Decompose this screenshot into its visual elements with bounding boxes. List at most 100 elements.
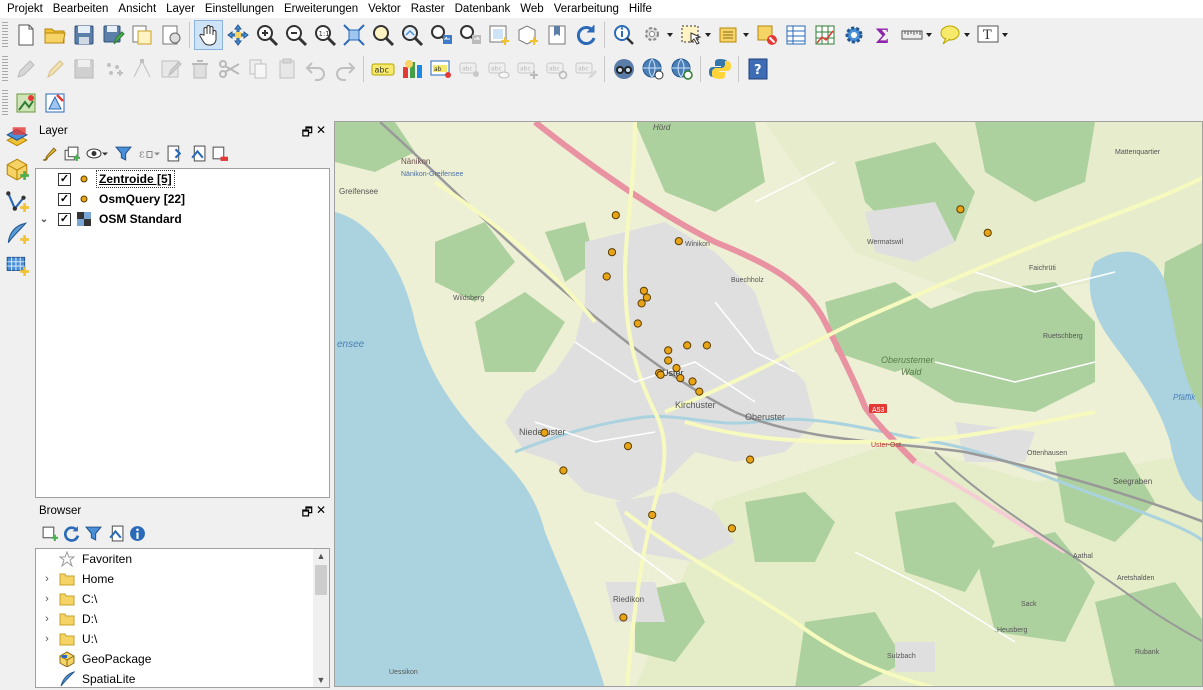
- add-point-feature-button[interactable]: [98, 54, 127, 84]
- expand-all-button[interactable]: [164, 142, 186, 164]
- map-feature-point[interactable]: [727, 524, 736, 533]
- map-feature-point[interactable]: [702, 341, 711, 350]
- map-feature-point[interactable]: [664, 346, 673, 355]
- map-feature-point[interactable]: [607, 248, 617, 257]
- pan-to-selection-button[interactable]: [223, 20, 252, 50]
- filter-legend-button[interactable]: [112, 142, 134, 164]
- chevron-right-icon[interactable]: ›: [36, 593, 58, 605]
- add-wms-layer-button[interactable]: [0, 250, 34, 280]
- osm-query-globe-button[interactable]: [667, 54, 696, 84]
- copy-features-button[interactable]: [243, 54, 272, 84]
- georeferencer-button[interactable]: [11, 88, 40, 118]
- layer-styling-button[interactable]: [38, 142, 60, 164]
- properties-button[interactable]: [126, 522, 148, 544]
- data-source-manager-button[interactable]: [0, 122, 34, 152]
- zoom-full-button[interactable]: [339, 20, 368, 50]
- float-panel-icon[interactable]: 🗗: [302, 123, 313, 144]
- map-feature-point[interactable]: [623, 442, 633, 451]
- scrollbar-thumb[interactable]: [315, 565, 327, 595]
- zoom-to-selection-button[interactable]: [368, 20, 397, 50]
- map-feature-point[interactable]: [559, 466, 568, 475]
- refresh-browser-button[interactable]: [60, 522, 82, 544]
- collapse-all-button[interactable]: [186, 142, 208, 164]
- undo-button[interactable]: [301, 54, 330, 84]
- toggle-editing-button[interactable]: [40, 54, 69, 84]
- layer-diagram-options-button[interactable]: [397, 54, 426, 84]
- map-canvas[interactable]: Nänikon Nänikon-Greifensee Greifensee en…: [334, 121, 1203, 687]
- filter-browser-button[interactable]: [82, 522, 104, 544]
- statistics-button[interactable]: [810, 20, 839, 50]
- map-feature-point[interactable]: [648, 510, 657, 520]
- menu-bearbeiten[interactable]: Bearbeiten: [48, 0, 114, 18]
- chevron-down-icon[interactable]: ▼: [313, 673, 329, 687]
- bookmarks-button[interactable]: [542, 20, 571, 50]
- map-feature-point[interactable]: [956, 205, 965, 214]
- browser-scrollbar[interactable]: ▲ ▼: [313, 549, 329, 687]
- action-run-button[interactable]: [638, 20, 676, 50]
- map-feature-point[interactable]: [637, 299, 646, 308]
- remove-layer-button[interactable]: [208, 142, 230, 164]
- map-feature-point[interactable]: [664, 356, 673, 365]
- menu-layer[interactable]: Layer: [161, 0, 200, 18]
- open-attribute-table-button[interactable]: [781, 20, 810, 50]
- layer-item-osm-standard[interactable]: ⌄ ✓ OSM Standard: [36, 209, 329, 229]
- menu-verarbeitung[interactable]: Verarbeitung: [549, 0, 624, 18]
- chevron-right-icon[interactable]: ›: [36, 573, 58, 585]
- layout-manager-button[interactable]: [156, 20, 185, 50]
- manage-map-themes-button[interactable]: [82, 142, 112, 164]
- map-feature-point[interactable]: [695, 387, 704, 396]
- map-feature-point[interactable]: [674, 237, 683, 246]
- chevron-right-icon[interactable]: ›: [36, 613, 58, 625]
- text-annotation-button[interactable]: T: [973, 20, 1011, 50]
- vertex-tool-button[interactable]: [127, 54, 156, 84]
- menu-ansicht[interactable]: Ansicht: [113, 0, 161, 18]
- map-tips-button[interactable]: [935, 20, 973, 50]
- map-feature-point[interactable]: [672, 364, 681, 373]
- map-feature-point[interactable]: [611, 211, 620, 220]
- browser-item-favoriten[interactable]: Favoriten: [36, 549, 329, 569]
- chevron-up-icon[interactable]: ▲: [313, 549, 329, 563]
- save-project-button[interactable]: [69, 20, 98, 50]
- toolbar-grip[interactable]: [2, 90, 8, 116]
- add-delimited-text-button[interactable]: [0, 186, 34, 216]
- menu-raster[interactable]: Raster: [406, 0, 450, 18]
- modify-attributes-button[interactable]: [156, 54, 185, 84]
- zoom-native-button[interactable]: 1:1: [310, 20, 339, 50]
- zoom-in-button[interactable]: [252, 20, 281, 50]
- delete-selected-button[interactable]: [185, 54, 214, 84]
- toolbar-grip[interactable]: [2, 56, 8, 82]
- processing-toolbox-button[interactable]: [839, 20, 868, 50]
- refresh-button[interactable]: [571, 20, 600, 50]
- map-feature-point[interactable]: [639, 286, 648, 295]
- close-icon[interactable]: ✕: [316, 503, 326, 524]
- map-feature-point[interactable]: [642, 293, 651, 302]
- pin-labels-button[interactable]: abc: [455, 54, 484, 84]
- zoom-to-layer-button[interactable]: [397, 20, 426, 50]
- collapse-browser-button[interactable]: [104, 522, 126, 544]
- map-feature-point[interactable]: [633, 319, 642, 328]
- browser-item-spatialite[interactable]: SpatiaLite: [36, 669, 329, 687]
- map-feature-point[interactable]: [619, 613, 628, 622]
- help-contents-button[interactable]: ?: [743, 54, 772, 84]
- rotate-label-button[interactable]: abc: [542, 54, 571, 84]
- select-by-value-button[interactable]: [714, 20, 752, 50]
- layer-visibility-checkbox[interactable]: ✓: [58, 172, 71, 186]
- geometry-checker-button[interactable]: [40, 88, 69, 118]
- quickosm-button[interactable]: [609, 54, 638, 84]
- redo-button[interactable]: [330, 54, 359, 84]
- open-project-button[interactable]: [40, 20, 69, 50]
- pan-map-button[interactable]: [194, 20, 223, 50]
- map-feature-point[interactable]: [983, 228, 992, 237]
- identify-features-button[interactable]: [609, 20, 638, 50]
- float-panel-icon[interactable]: 🗗: [302, 503, 313, 524]
- map-feature-point[interactable]: [683, 341, 692, 350]
- map-feature-point[interactable]: [746, 455, 755, 464]
- menu-projekt[interactable]: Projekt: [2, 0, 48, 18]
- statistical-summary-button[interactable]: Σ: [868, 20, 897, 50]
- new-3d-map-view-button[interactable]: [513, 20, 542, 50]
- paste-features-button[interactable]: [272, 54, 301, 84]
- layer-item-zentroide[interactable]: ✓ Zentroide [5]: [36, 169, 329, 189]
- measure-button[interactable]: [897, 20, 935, 50]
- menu-einstellungen[interactable]: Einstellungen: [200, 0, 279, 18]
- osm-place-search-button[interactable]: [638, 54, 667, 84]
